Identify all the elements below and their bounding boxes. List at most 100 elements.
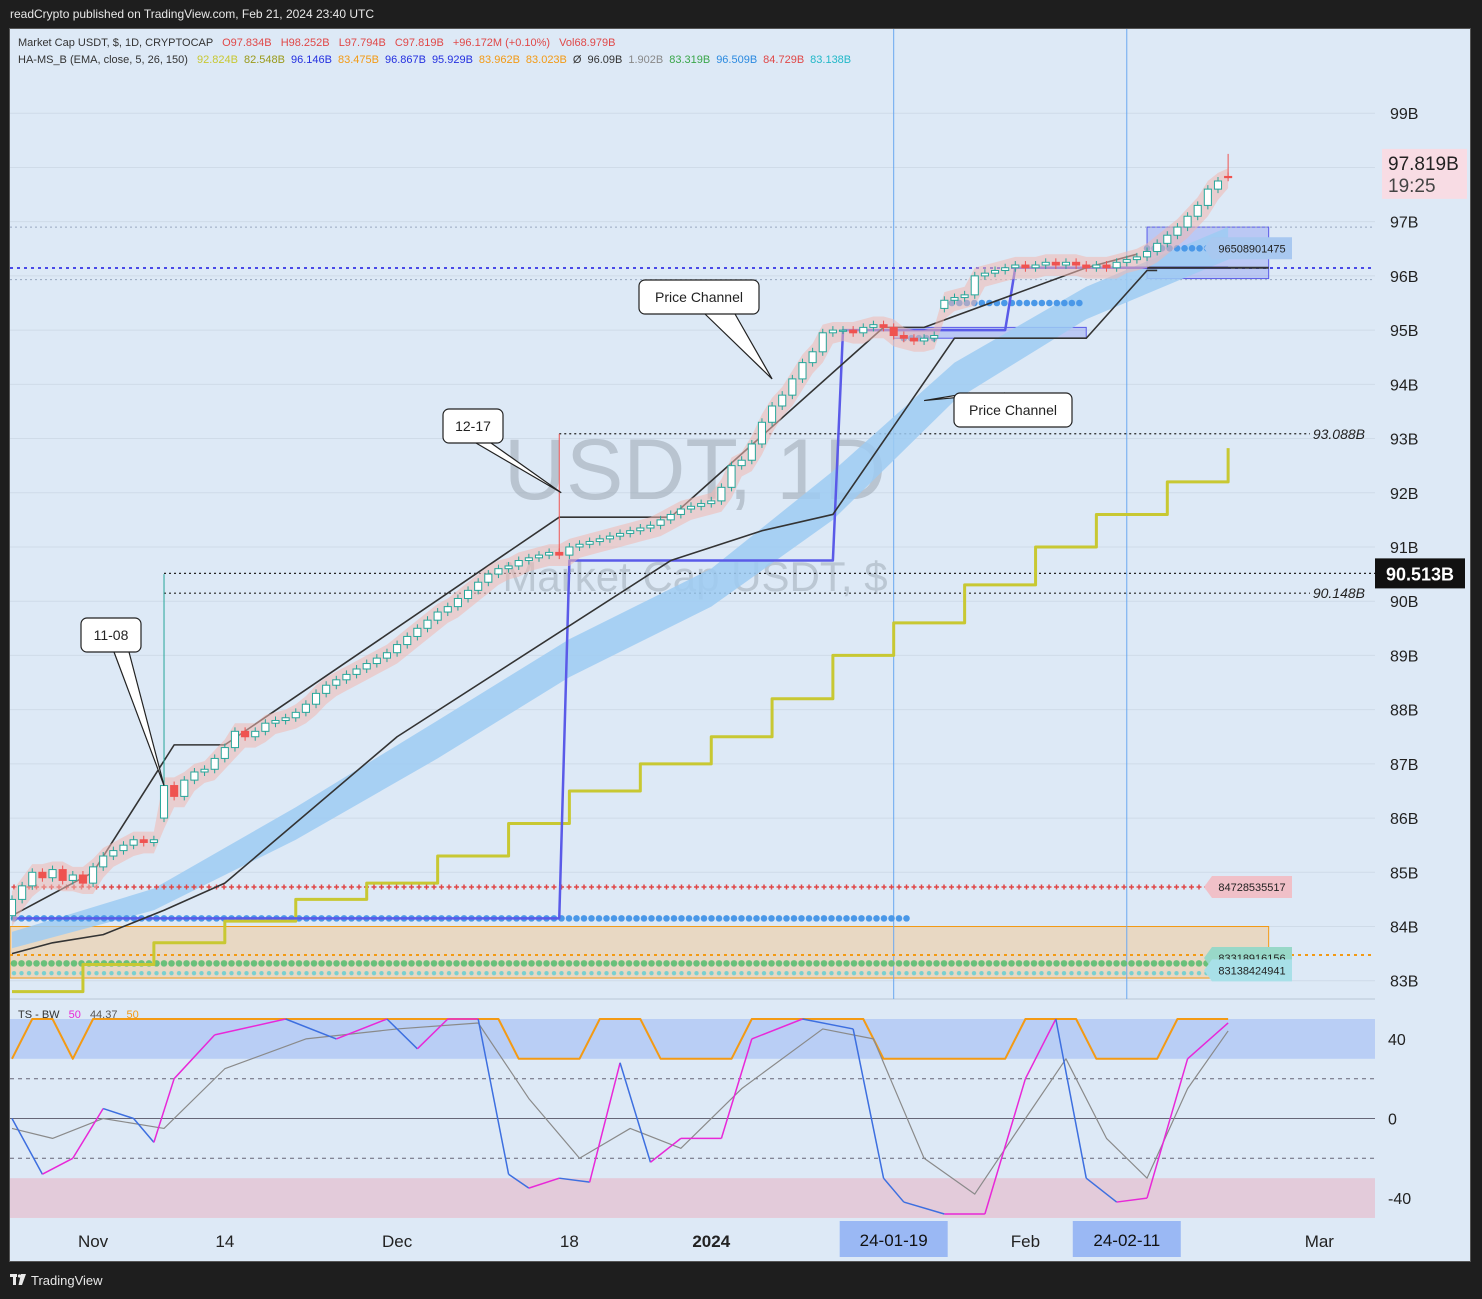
green-dot <box>895 960 903 967</box>
blue-dot <box>835 915 843 922</box>
blue-dot-mid <box>1031 299 1038 307</box>
chart-frame[interactable]: USDT, 1D Market Cap USDT, $ 11-08 12-17 Pr… <box>7 28 1471 1262</box>
candle <box>849 329 858 334</box>
green-dot <box>438 960 445 967</box>
green-dot <box>528 960 535 967</box>
blue-dot <box>663 915 670 922</box>
green-dot <box>693 960 700 967</box>
blue-dots-level-tag: 96508901475 <box>1218 243 1285 255</box>
blue-dot <box>715 915 723 922</box>
legend-indicator-value: Ø <box>573 54 582 66</box>
green-dot <box>490 960 498 967</box>
green-dot <box>948 960 955 967</box>
green-dot <box>603 960 610 967</box>
green-dot <box>790 960 798 967</box>
teal-dot <box>1136 970 1142 976</box>
green-dot <box>475 960 483 967</box>
candle <box>7 898 17 917</box>
legend-indicator-value: 83.138B <box>810 54 851 66</box>
candle <box>717 486 726 502</box>
blue-dot <box>618 915 625 922</box>
green-dot <box>55 960 63 967</box>
teal-dot <box>1189 970 1194 976</box>
green-dot <box>1105 960 1113 967</box>
price-axis-label: 93B <box>1390 432 1418 449</box>
teal-dot <box>394 970 399 976</box>
candle <box>1092 264 1101 269</box>
green-dot <box>738 960 745 967</box>
price-axis-label: 86B <box>1390 811 1418 828</box>
candle <box>393 644 402 654</box>
time-axis-label: 14 <box>215 1232 234 1251</box>
teal-dot <box>484 970 489 976</box>
teal-dot <box>379 970 384 976</box>
teal-dot <box>746 970 752 976</box>
candle <box>372 657 381 665</box>
teal-dot <box>881 970 887 976</box>
green-dot <box>708 960 715 967</box>
green-dot <box>280 960 288 967</box>
teal-dot <box>619 970 624 976</box>
last-price: 97.819B <box>1388 154 1459 175</box>
candle <box>423 619 432 629</box>
green-dot <box>385 960 393 967</box>
teal-dot <box>1181 970 1187 976</box>
green-dot <box>670 960 678 967</box>
teal-dot <box>874 970 879 976</box>
teal-dot <box>1069 970 1074 976</box>
green-dot <box>940 960 948 967</box>
teal-dot <box>731 970 737 976</box>
candle <box>747 443 756 461</box>
green-dot <box>655 960 663 967</box>
teal-dot <box>529 970 534 976</box>
price-axis-label: 96B <box>1390 269 1418 286</box>
teal-dot <box>1009 970 1014 976</box>
time-axis-label: Nov <box>78 1232 109 1251</box>
candle <box>1183 215 1192 228</box>
teal-dot <box>844 970 849 976</box>
candle <box>909 337 919 342</box>
candle <box>220 747 229 759</box>
teal-dot <box>19 970 24 976</box>
teal-dot <box>461 970 467 976</box>
candle <box>261 722 270 732</box>
candle <box>869 324 878 328</box>
teal-dot <box>476 970 482 976</box>
candle <box>534 554 544 559</box>
teal-dot <box>11 970 17 976</box>
green-dot <box>498 960 505 967</box>
green-dot <box>1150 960 1158 967</box>
teal-dot <box>206 970 212 976</box>
green-dot <box>288 960 295 967</box>
blue-dot-mid <box>1061 299 1068 307</box>
candle <box>757 421 766 445</box>
teal-dot <box>439 970 444 976</box>
green-dot <box>1165 960 1173 967</box>
legend-indicator-value: 83.319B <box>669 54 710 66</box>
teal-dot <box>154 970 159 976</box>
green-dot <box>228 960 235 967</box>
candle <box>788 378 797 396</box>
teal-dot <box>611 970 617 976</box>
green-dot <box>483 960 490 967</box>
chart-svg[interactable]: USDT, 1D Market Cap USDT, $ 11-0812-17Pr… <box>7 29 1470 1261</box>
blue-dot <box>633 915 640 922</box>
green-dot <box>1023 960 1030 967</box>
green-dot <box>558 960 565 967</box>
blue-dot <box>828 915 835 922</box>
teal-dot <box>566 970 572 976</box>
blue-dot <box>648 915 655 922</box>
legend-indicator-value: 83.962B <box>479 54 520 66</box>
candle <box>129 839 138 846</box>
candle <box>403 635 412 646</box>
teal-dot <box>851 970 857 976</box>
green-dot <box>963 960 970 967</box>
teal-dot <box>679 970 684 976</box>
green-dot <box>1143 960 1150 967</box>
teal-dot <box>491 970 497 976</box>
teal-dot <box>139 970 144 976</box>
green-dot <box>835 960 843 967</box>
candle <box>149 839 158 843</box>
legend-indicator-value: 1.902B <box>628 54 663 66</box>
green-dot <box>1128 960 1135 967</box>
